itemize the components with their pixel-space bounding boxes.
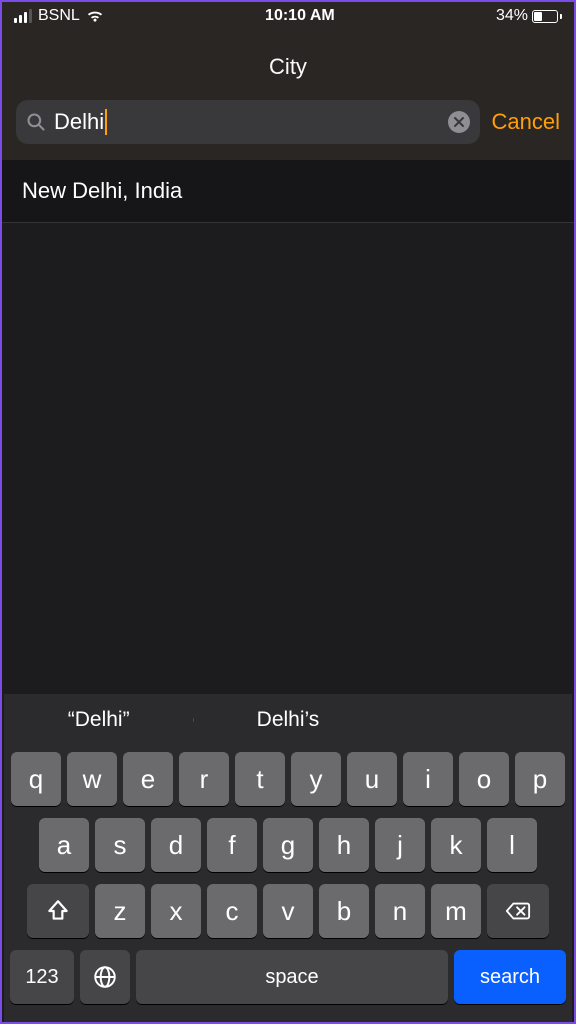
key-m[interactable]: m bbox=[431, 884, 481, 938]
carrier-label: BSNL bbox=[38, 7, 80, 25]
backspace-key[interactable] bbox=[487, 884, 549, 938]
key-j[interactable]: j bbox=[375, 818, 425, 872]
key-q[interactable]: q bbox=[11, 752, 61, 806]
key-i[interactable]: i bbox=[403, 752, 453, 806]
key-k[interactable]: k bbox=[431, 818, 481, 872]
globe-icon bbox=[92, 964, 118, 990]
result-item[interactable]: New Delhi, India bbox=[2, 160, 574, 223]
status-left: BSNL bbox=[14, 7, 104, 25]
search-input[interactable]: Delhi bbox=[54, 109, 107, 135]
page-title: City bbox=[2, 54, 574, 80]
key-a[interactable]: a bbox=[39, 818, 89, 872]
search-row: Delhi Cancel bbox=[2, 100, 574, 160]
cancel-button[interactable]: Cancel bbox=[492, 109, 560, 135]
numbers-key[interactable]: 123 bbox=[10, 950, 74, 1004]
shift-icon bbox=[45, 898, 71, 924]
key-b[interactable]: b bbox=[319, 884, 369, 938]
key-s[interactable]: s bbox=[95, 818, 145, 872]
battery-icon bbox=[532, 10, 562, 23]
key-t[interactable]: t bbox=[235, 752, 285, 806]
search-key[interactable]: search bbox=[454, 950, 566, 1004]
key-h[interactable]: h bbox=[319, 818, 369, 872]
key-w[interactable]: w bbox=[67, 752, 117, 806]
space-key[interactable]: space bbox=[136, 950, 448, 1004]
key-o[interactable]: o bbox=[459, 752, 509, 806]
suggestion[interactable]: “Delhi” bbox=[4, 708, 193, 732]
key-e[interactable]: e bbox=[123, 752, 173, 806]
globe-key[interactable] bbox=[80, 950, 130, 1004]
key-r[interactable]: r bbox=[179, 752, 229, 806]
key-c[interactable]: c bbox=[207, 884, 257, 938]
status-bar: BSNL 10:10 AM 34% bbox=[2, 2, 574, 30]
key-z[interactable]: z bbox=[95, 884, 145, 938]
backspace-icon bbox=[505, 898, 531, 924]
cellular-signal-icon bbox=[14, 9, 32, 23]
key-x[interactable]: x bbox=[151, 884, 201, 938]
search-field[interactable]: Delhi bbox=[16, 100, 480, 144]
keyboard: “Delhi” Delhi’s qwertyuiop asdfghjkl zxc… bbox=[4, 694, 572, 1022]
key-u[interactable]: u bbox=[347, 752, 397, 806]
keyboard-body: qwertyuiop asdfghjkl zxcvbnm 123 space s… bbox=[4, 746, 572, 1004]
key-y[interactable]: y bbox=[291, 752, 341, 806]
suggestion-bar: “Delhi” Delhi’s bbox=[4, 694, 572, 746]
search-icon bbox=[26, 112, 46, 132]
key-d[interactable]: d bbox=[151, 818, 201, 872]
shift-key[interactable] bbox=[27, 884, 89, 938]
wifi-icon bbox=[86, 9, 104, 23]
suggestion[interactable]: Delhi’s bbox=[193, 708, 382, 732]
key-g[interactable]: g bbox=[263, 818, 313, 872]
key-l[interactable]: l bbox=[487, 818, 537, 872]
close-icon bbox=[453, 116, 465, 128]
clear-button[interactable] bbox=[448, 111, 470, 133]
key-f[interactable]: f bbox=[207, 818, 257, 872]
key-v[interactable]: v bbox=[263, 884, 313, 938]
modal-header: City bbox=[2, 30, 574, 100]
battery-pct: 34% bbox=[496, 7, 528, 25]
status-right: 34% bbox=[496, 7, 562, 25]
key-p[interactable]: p bbox=[515, 752, 565, 806]
results-list: New Delhi, India bbox=[2, 160, 574, 223]
status-time: 10:10 AM bbox=[265, 7, 335, 25]
key-n[interactable]: n bbox=[375, 884, 425, 938]
